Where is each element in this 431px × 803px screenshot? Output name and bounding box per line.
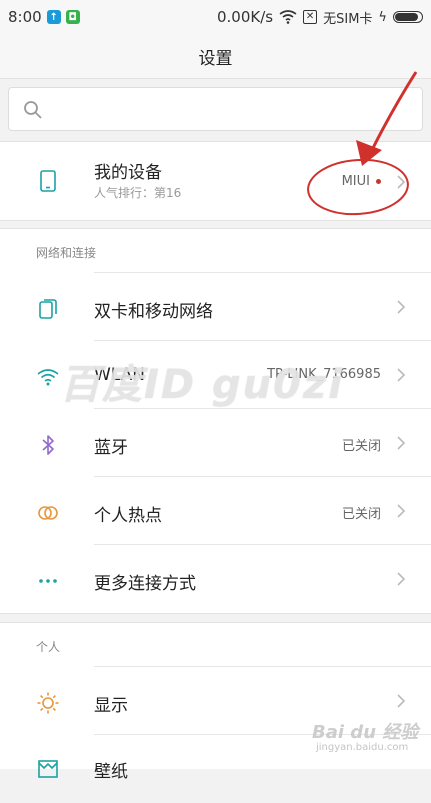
search-box[interactable] bbox=[8, 87, 423, 131]
row-value: 已关闭 bbox=[341, 507, 381, 522]
baidu-logo: Bai du 经验 bbox=[312, 722, 419, 743]
upload-icon: ↑ bbox=[46, 10, 61, 24]
wifi-icon bbox=[279, 10, 297, 24]
update-dot bbox=[376, 179, 381, 184]
my-device-row[interactable]: 我的设备 人气排行：第16 MIUI bbox=[0, 142, 431, 220]
chevron-right-icon bbox=[397, 175, 406, 189]
chevron-right-icon bbox=[397, 300, 406, 314]
wallpaper-icon bbox=[38, 760, 58, 778]
wifi-icon bbox=[37, 369, 59, 386]
chevron-right-icon bbox=[397, 694, 406, 708]
title-bar: 设置 bbox=[0, 34, 431, 79]
alarm-icon: ◘ bbox=[65, 10, 80, 24]
battery-fill bbox=[395, 13, 419, 21]
section-header-network: 网络和连接 bbox=[0, 229, 431, 273]
section-title-personal: 个人 bbox=[36, 640, 61, 654]
row-label: 壁纸 bbox=[94, 762, 128, 782]
no-sim-icon: ✕ bbox=[303, 10, 318, 24]
network-speed: 0.00K/s bbox=[217, 8, 274, 26]
baidu-url: jingyan.baidu.com bbox=[316, 742, 409, 753]
chevron-right-icon bbox=[397, 436, 406, 450]
row-label: 蓝牙 bbox=[94, 438, 128, 458]
chevron-right-icon bbox=[397, 572, 406, 586]
row-wlan[interactable]: WLAN TP-LINK_7166985 bbox=[0, 341, 431, 409]
row-label: 更多连接方式 bbox=[94, 574, 196, 594]
chevron-right-icon bbox=[397, 368, 406, 382]
charging-icon: ϟ bbox=[378, 9, 387, 25]
my-device-subtitle: 人气排行：第16 bbox=[94, 186, 182, 200]
miui-version: MIUI bbox=[342, 174, 381, 189]
row-dual-sim[interactable]: 双卡和移动网络 bbox=[0, 273, 431, 341]
row-label: 个人热点 bbox=[94, 506, 162, 526]
device-card: 我的设备 人气排行：第16 MIUI bbox=[0, 141, 431, 221]
search-input[interactable] bbox=[49, 98, 413, 122]
row-bluetooth[interactable]: 蓝牙 已关闭 bbox=[0, 409, 431, 477]
network-section: 网络和连接 双卡和移动网络 WLAN TP-LINK_7166985 蓝牙 已关… bbox=[0, 228, 431, 614]
section-title-network: 网络和连接 bbox=[36, 246, 97, 260]
row-hotspot[interactable]: 个人热点 已关闭 bbox=[0, 477, 431, 545]
sim-card-icon bbox=[39, 299, 57, 319]
brightness-icon bbox=[37, 692, 59, 714]
section-header-personal: 个人 bbox=[0, 623, 431, 667]
battery-icon bbox=[393, 11, 423, 23]
row-value: TP-LINK_7166985 bbox=[267, 367, 381, 382]
search-icon bbox=[24, 101, 42, 119]
row-label: WLAN bbox=[94, 365, 146, 385]
hotspot-icon bbox=[38, 506, 58, 520]
row-more-connections[interactable]: 更多连接方式 bbox=[0, 545, 431, 613]
sim-status: 无SIM卡 bbox=[323, 11, 373, 27]
phone-icon bbox=[40, 170, 56, 192]
bluetooth-icon bbox=[42, 435, 54, 455]
search-area bbox=[0, 79, 431, 141]
status-bar: 8:00 ↑ ◘ 0.00K/s ✕ 无SIM卡 ϟ bbox=[0, 0, 431, 34]
my-device-label: 我的设备 bbox=[94, 163, 162, 183]
chevron-right-icon bbox=[397, 504, 406, 518]
page-title: 设置 bbox=[198, 48, 233, 69]
status-time: 8:00 bbox=[8, 8, 42, 26]
more-dots-icon bbox=[39, 579, 57, 583]
miui-label: MIUI bbox=[341, 174, 370, 189]
row-value: 已关闭 bbox=[341, 439, 381, 454]
row-label: 显示 bbox=[94, 696, 128, 716]
row-label: 双卡和移动网络 bbox=[94, 302, 213, 322]
